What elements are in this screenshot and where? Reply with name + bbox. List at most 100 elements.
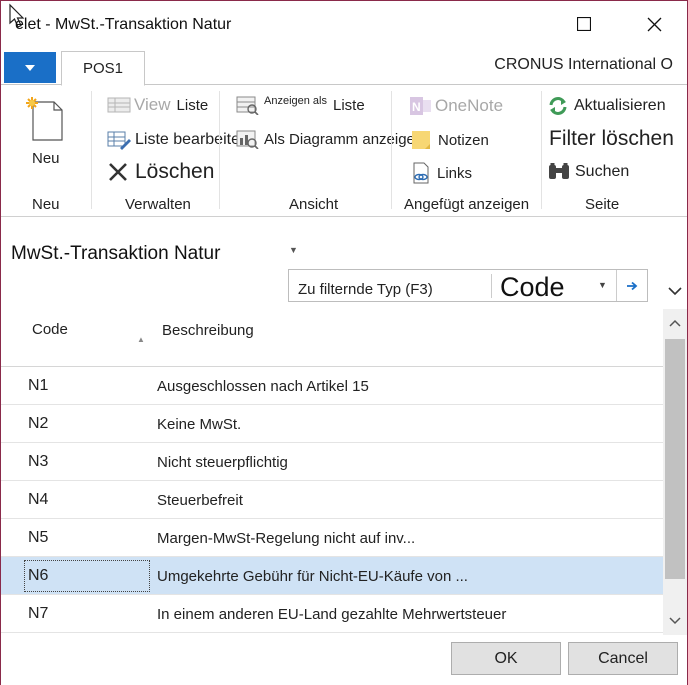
links-button[interactable]: Links (411, 162, 472, 184)
refresh-button[interactable]: Aktualisieren (547, 95, 666, 117)
column-header-description[interactable]: Beschreibung (162, 322, 254, 339)
arrow-right-icon (627, 281, 638, 290)
ribbon-separator (391, 91, 392, 209)
maximize-icon (577, 17, 591, 31)
list-view-icon (236, 96, 259, 115)
group-label-attached: Angefügt anzeigen (404, 196, 530, 213)
ribbon: Neu Neu View Liste Liste bearbeiten Lösc… (1, 85, 687, 217)
show-as-list-button[interactable]: Anzeigen als Liste (236, 95, 365, 115)
view-list-button: View Liste (107, 95, 208, 115)
row-code: N2 (28, 415, 49, 432)
table-row[interactable]: N3 Nicht steuerpflichtig (1, 443, 663, 481)
new-button[interactable] (23, 93, 67, 143)
notes-button[interactable]: Notizen (411, 130, 489, 150)
view-list-label: Liste (176, 96, 209, 114)
chevron-down-icon (669, 617, 681, 625)
show-as-chart-button[interactable]: Als Diagramm anzeigen (236, 129, 423, 149)
row-description: Ausgeschlossen nach Artikel 15 (157, 378, 369, 395)
row-description: Steuerbefreit (157, 492, 243, 509)
close-button[interactable] (631, 1, 677, 47)
app-menu-button[interactable] (4, 52, 56, 83)
search-label: Suchen (575, 163, 630, 180)
row-code: N6 (28, 567, 49, 584)
edit-list-label: Liste bearbeiten (135, 131, 249, 148)
new-button-label[interactable]: Neu (32, 150, 60, 167)
filter-input[interactable]: Zu filternde Typ (F3) (298, 281, 433, 298)
onenote-button: N OneNote (409, 95, 503, 117)
apply-filter-button[interactable] (616, 270, 647, 301)
group-label-view: Ansicht (289, 196, 339, 213)
tab-pos1[interactable]: POS1 (61, 51, 145, 86)
group-label-page: Seite (585, 196, 620, 213)
filter-bar: Zu filternde Typ (F3) Code ▼ (288, 269, 648, 302)
links-icon (413, 162, 429, 184)
delete-icon (109, 163, 127, 181)
table-row[interactable]: N4 Steuerbefreit (1, 481, 663, 519)
transaction-list: Code ▲ Beschreibung N1 Ausgeschlossen na… (1, 309, 663, 635)
filter-divider (491, 274, 492, 298)
company-name: CRONUS International O (494, 56, 673, 73)
title-dropdown-icon[interactable]: ▼ (289, 245, 298, 255)
edit-list-icon (107, 131, 131, 150)
ribbon-tab-row: POS1 CRONUS International O (1, 47, 687, 86)
dialog-footer: OK Cancel (1, 635, 687, 685)
chevron-down-icon[interactable]: ▼ (598, 280, 607, 290)
ribbon-separator (219, 91, 220, 209)
table-row[interactable]: N7 In einem anderen EU-Land gezahlte Meh… (1, 595, 663, 633)
links-label: Links (437, 164, 473, 182)
chevron-down-icon (25, 64, 35, 71)
vertical-scrollbar[interactable] (663, 309, 687, 635)
onenote-label: OneNote (435, 96, 504, 115)
window-title: elet - MwSt.-Transaktion Natur (15, 16, 232, 33)
onenote-icon: N (410, 97, 431, 115)
row-description: Keine MwSt. (157, 416, 242, 433)
scroll-down-button[interactable] (663, 607, 687, 635)
page-title: MwSt.-Transaktion Natur (11, 243, 221, 264)
row-description: Umgekehrte Gebühr für Nicht-EU-Käufe von… (157, 568, 468, 585)
clear-filter-button[interactable]: Filter löschen (549, 127, 674, 151)
ok-button[interactable]: OK (451, 642, 561, 675)
notes-label: Notizen (438, 131, 489, 149)
row-code: N1 (28, 377, 49, 394)
sort-ascending-icon: ▲ (137, 335, 145, 344)
notes-icon (412, 131, 430, 149)
show-as-list-label: Liste (333, 96, 365, 114)
row-code: N5 (28, 529, 49, 546)
dialog-window: elet - MwSt.-Transaktion Natur POS1 CRON… (0, 0, 688, 685)
delete-button[interactable]: Löschen (107, 160, 214, 184)
close-icon (647, 17, 661, 31)
filter-field-select[interactable]: Code (500, 272, 565, 303)
delete-label: Löschen (135, 160, 215, 183)
table-row[interactable]: N1 Ausgeschlossen nach Artikel 15 (1, 367, 663, 405)
show-as-chart-label: Als Diagramm anzeigen (264, 130, 424, 148)
table-row[interactable]: N2 Keine MwSt. (1, 405, 663, 443)
row-code: N3 (28, 453, 49, 470)
group-label-new: Neu (32, 196, 60, 213)
maximize-button[interactable] (561, 1, 607, 47)
svg-text:N: N (412, 100, 421, 114)
refresh-label: Aktualisieren (574, 97, 666, 114)
chevron-up-icon (669, 319, 681, 327)
table-row[interactable]: N5 Margen-MwSt-Regelung nicht auf inv... (1, 519, 663, 557)
chart-view-icon (236, 130, 259, 149)
ribbon-separator (541, 91, 542, 209)
table-row-selected[interactable]: N6 Umgekehrte Gebühr für Nicht-EU-Käufe … (1, 557, 663, 595)
view-list-icon (107, 97, 131, 113)
collapse-filter-icon[interactable] (666, 282, 684, 300)
scroll-up-button[interactable] (663, 309, 687, 337)
new-document-icon (26, 97, 63, 141)
refresh-icon (549, 97, 567, 115)
column-header-code[interactable]: Code (32, 321, 68, 338)
row-description: Margen-MwSt-Regelung nicht auf inv... (157, 530, 416, 547)
search-button[interactable]: Suchen (547, 162, 629, 182)
view-label: View (134, 95, 171, 114)
row-description: Nicht steuerpflichtig (157, 454, 288, 471)
row-description: In einem anderen EU-Land gezahlte Mehrwe… (157, 606, 507, 623)
show-as-prefix: Anzeigen als (264, 95, 327, 107)
cancel-button[interactable]: Cancel (568, 642, 678, 675)
scroll-thumb[interactable] (665, 339, 685, 579)
row-code: N7 (28, 605, 49, 622)
title-bar: elet - MwSt.-Transaktion Natur (1, 1, 687, 47)
edit-list-button[interactable]: Liste bearbeiten (107, 130, 249, 150)
binoculars-icon (549, 163, 569, 179)
